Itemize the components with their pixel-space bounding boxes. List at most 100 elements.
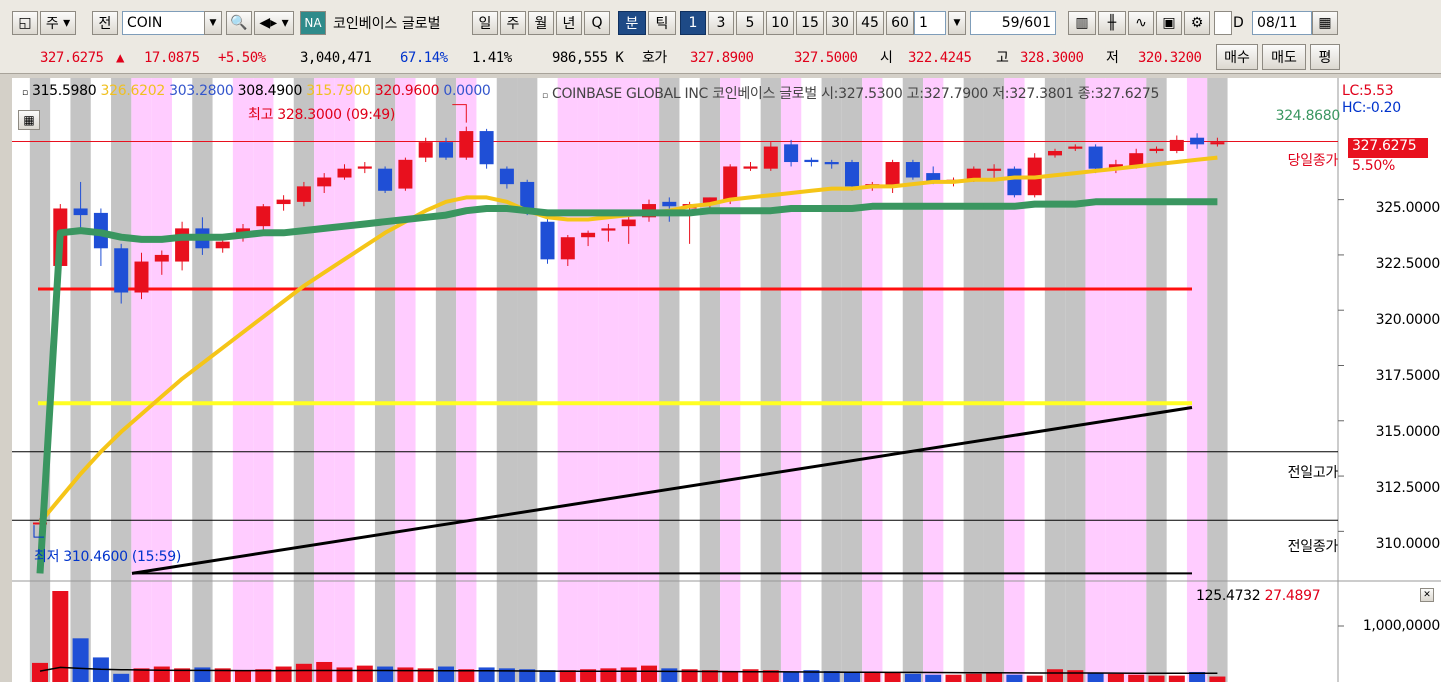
volume-tick: 1,000,0000 — [1362, 618, 1440, 634]
volume-bar — [945, 674, 962, 682]
search-icon[interactable]: 🔍 — [226, 11, 252, 35]
candle-body — [276, 199, 291, 205]
period-year[interactable]: 년 — [556, 11, 582, 35]
current-price-tag: 327.6275 — [1348, 138, 1428, 158]
volume-bar — [1209, 676, 1226, 682]
candle-body — [845, 162, 859, 187]
quote-arrow: ▲ — [116, 50, 124, 66]
quote-bid: 327.5000 — [794, 50, 858, 66]
candle-body — [784, 144, 799, 163]
volume-bar — [884, 671, 901, 682]
market-select[interactable]: 주 ▾ — [40, 11, 76, 35]
volume-bar — [275, 666, 292, 682]
volume-info-value: 125.4732 — [1196, 588, 1261, 604]
session-band — [29, 78, 51, 682]
chart-type-icon[interactable]: ▥ — [1068, 11, 1096, 35]
period-day[interactable]: 일 — [472, 11, 498, 35]
candle-body — [743, 166, 758, 169]
window-icon[interactable]: ◱ — [12, 11, 38, 35]
interval-1[interactable]: 1 — [680, 11, 706, 35]
session-band — [131, 78, 152, 682]
indicator-icon[interactable]: ∿ — [1128, 11, 1154, 35]
session-band — [435, 78, 457, 682]
candle-body — [905, 162, 920, 178]
legend-hc: HC:-0.20 — [1342, 100, 1401, 116]
candle-body — [378, 168, 393, 191]
interval-10[interactable]: 10 — [766, 11, 794, 35]
candle-body — [73, 208, 88, 216]
session-band — [577, 78, 599, 682]
save-icon[interactable]: ▣ — [1156, 11, 1182, 35]
today-close-label: 당일종가 — [1287, 153, 1339, 169]
session-band — [192, 78, 213, 682]
y-tick-6: 310.0000 — [1375, 536, 1441, 552]
grid-toggle-icon[interactable]: ▦ — [18, 110, 40, 130]
session-band — [659, 78, 680, 682]
period-quarter[interactable]: Q — [584, 11, 610, 35]
period-week[interactable]: 주 — [500, 11, 526, 35]
y-tick-0: 325.0000 — [1375, 200, 1441, 216]
y-tick-2: 320.0000 — [1375, 312, 1441, 328]
legend-ma-4: 315.7900 — [306, 83, 371, 99]
date-checkbox[interactable] — [1214, 11, 1232, 35]
quote-price: 327.6275 — [40, 50, 104, 66]
candle-body — [215, 241, 230, 249]
interval-5[interactable]: 5 — [736, 11, 764, 35]
legend-ma-5: 320.9600 — [374, 83, 440, 99]
price-chart[interactable]: ▫ 315.5980 326.6202 303.2800 308.4900 31… — [12, 78, 1441, 682]
buy-button[interactable]: 매수 — [1216, 44, 1258, 70]
candle-body — [459, 131, 474, 158]
legend-ma-3: 308.4900 — [237, 83, 303, 99]
period-tick[interactable]: 틱 — [648, 11, 676, 35]
legend-values: ▫ 315.5980 326.6202 303.2800 308.4900 31… — [22, 83, 491, 99]
market-label: 주 — [45, 16, 59, 32]
period-minute[interactable]: 분 — [618, 11, 646, 35]
session-band — [293, 78, 315, 682]
period-month[interactable]: 월 — [528, 11, 554, 35]
symbol-input[interactable]: COIN — [122, 11, 206, 35]
symbol-dropdown-icon[interactable]: ▼ — [204, 11, 222, 35]
gear-icon[interactable]: ⚙ — [1184, 11, 1210, 35]
quote-vol-ratio: 67.14% — [400, 50, 448, 66]
open-label: 시 — [880, 50, 893, 66]
interval-15[interactable]: 15 — [796, 11, 824, 35]
interval-3[interactable]: 3 — [708, 11, 734, 35]
legend-ma-6: 0.0000 — [443, 83, 491, 99]
close-icon[interactable]: ✕ — [1420, 588, 1434, 602]
session-band — [1146, 78, 1167, 682]
prev-close-label: 전일종가 — [1287, 539, 1339, 555]
session-band — [151, 78, 172, 682]
legend-lc: LC:5.53 — [1342, 83, 1394, 99]
session-band — [862, 78, 883, 682]
multiplier-input[interactable]: 1 — [914, 11, 946, 35]
interval-30[interactable]: 30 — [826, 11, 854, 35]
volume-bar — [1107, 673, 1124, 682]
volume-bar — [965, 673, 982, 682]
multiplier-dropdown-icon[interactable]: ▼ — [948, 11, 966, 35]
session-band — [699, 78, 721, 682]
volume-bar — [336, 667, 353, 682]
candle-body — [1169, 139, 1184, 151]
sell-button[interactable]: 매도 — [1262, 44, 1306, 70]
session-band — [557, 78, 578, 682]
candle-body — [763, 146, 778, 169]
interval-45[interactable]: 45 — [856, 11, 884, 35]
candle-body — [804, 159, 819, 163]
candle-body — [560, 237, 575, 260]
speaker-icon[interactable]: ◀▸ ▾ — [254, 11, 294, 35]
candle-body — [1190, 137, 1205, 145]
candle-body — [175, 228, 190, 262]
candle-body — [824, 162, 839, 165]
calendar-icon[interactable]: ▦ — [1312, 11, 1338, 35]
candle-body — [1088, 146, 1103, 169]
date-input[interactable]: 08/11 — [1252, 11, 1312, 35]
max-annotation: 최고 328.3000 (09:49) — [248, 107, 396, 123]
prev-button[interactable]: 전 — [92, 11, 118, 35]
candle-icon[interactable]: ╫ — [1098, 11, 1126, 35]
candle-body — [337, 168, 352, 178]
average-button[interactable]: 평 — [1310, 44, 1340, 70]
interval-60[interactable]: 60 — [886, 11, 914, 35]
volume-bar — [1026, 675, 1043, 682]
candle-body — [581, 232, 596, 238]
volume-bar — [438, 666, 454, 682]
